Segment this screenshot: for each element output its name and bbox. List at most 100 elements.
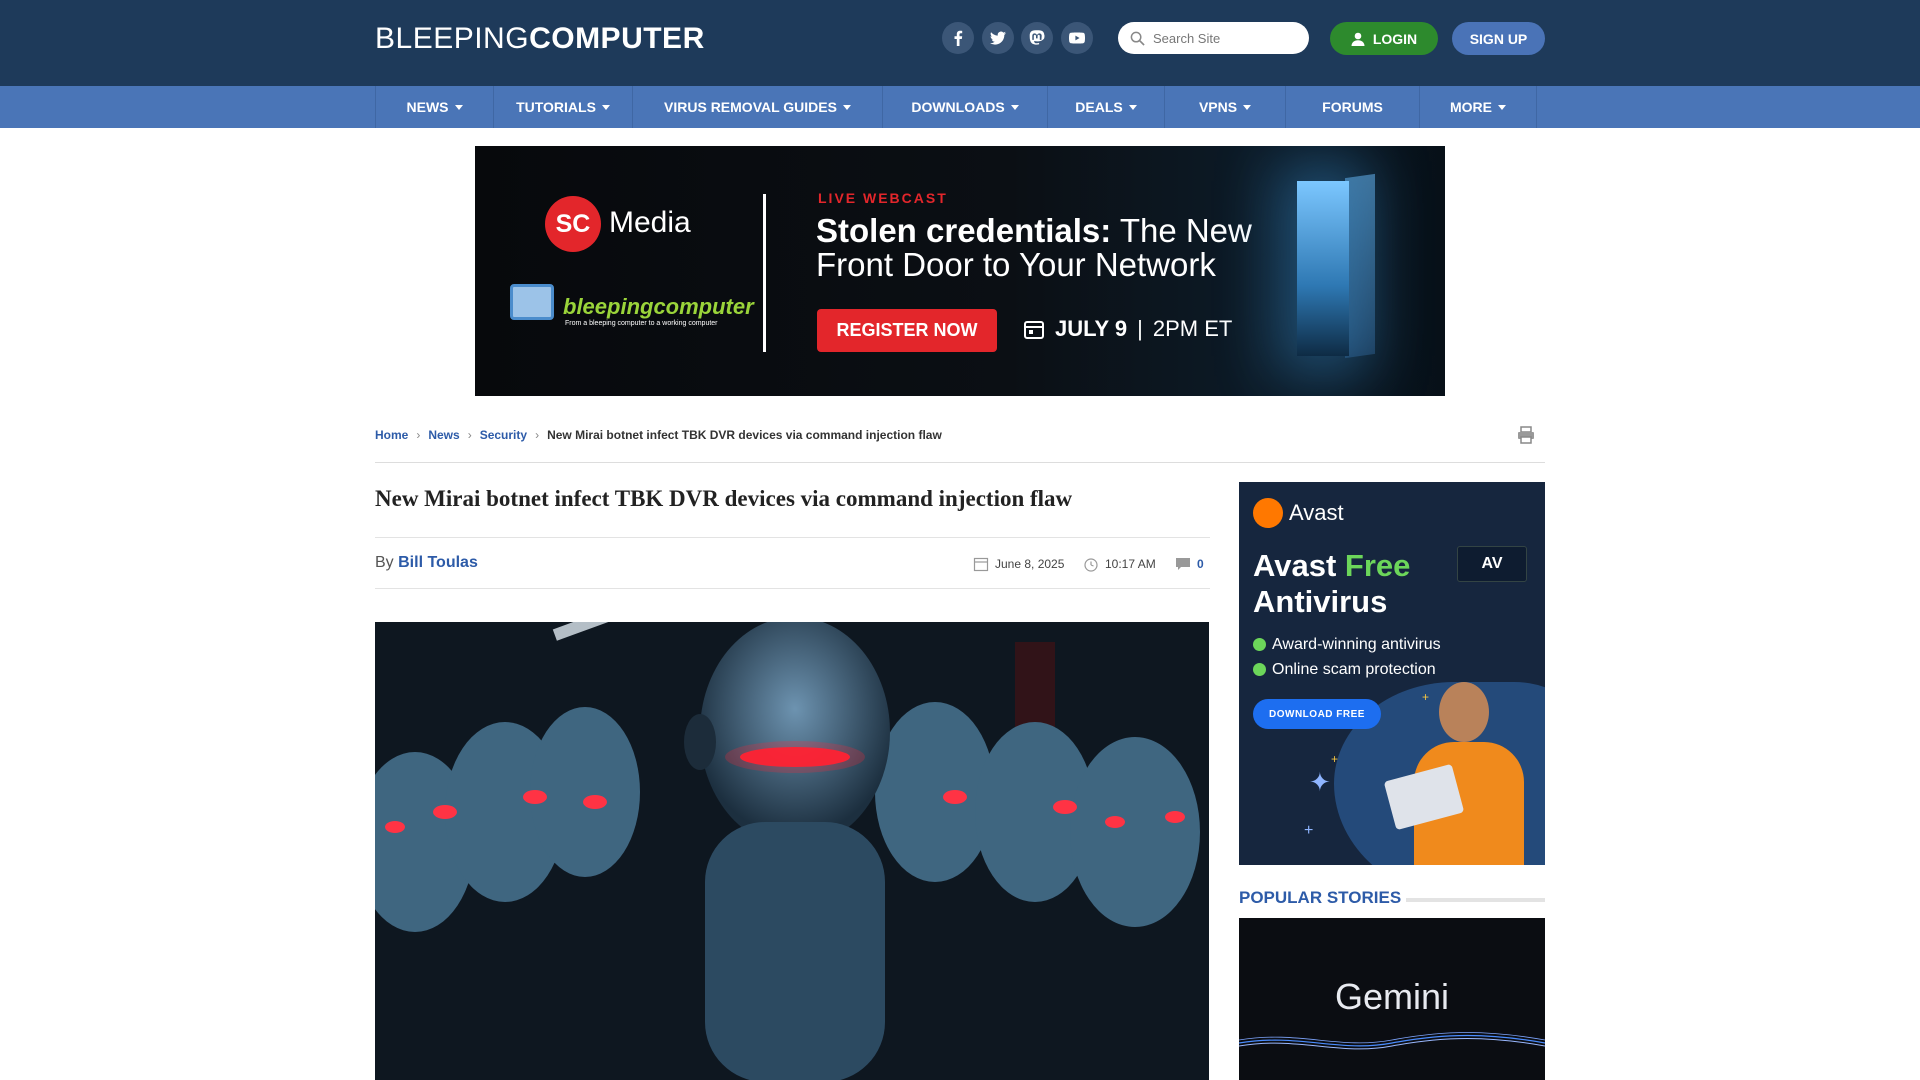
webcast-time-text: 2PM ET — [1152, 316, 1233, 341]
search-input[interactable] — [1153, 30, 1303, 46]
divider — [375, 588, 1210, 589]
bleepingcomputer-ad-logo: bleepingcomputer — [563, 294, 754, 319]
avast-logo: Avast — [1253, 498, 1344, 528]
mastodon-icon[interactable] — [1021, 22, 1053, 54]
calendar-icon — [973, 557, 989, 572]
popular-stories-rule — [1406, 898, 1545, 902]
breadcrumb-security[interactable]: Security — [480, 428, 527, 442]
nav-label: NEWS — [406, 99, 449, 115]
publish-date: June 8, 2025 — [973, 556, 1064, 572]
twitter-icon[interactable] — [982, 22, 1014, 54]
sidebar-ad[interactable]: Avast Avast Free Antivirus AV Award-winn… — [1239, 482, 1545, 865]
caret-down-icon — [1243, 104, 1252, 110]
breadcrumb: Home › News › Security › New Mirai botne… — [375, 428, 942, 442]
breadcrumb-news[interactable]: News — [428, 428, 459, 442]
bullet-text: Online scam protection — [1272, 661, 1436, 678]
search-icon[interactable] — [1130, 31, 1145, 46]
caret-down-icon — [1498, 104, 1506, 110]
comments-count: 0 — [1197, 557, 1204, 571]
ad-kicker: LIVE WEBCAST — [818, 190, 948, 206]
chevron-right-icon: › — [416, 428, 421, 442]
login-label: LOGIN — [1372, 30, 1418, 47]
sparkle-icon: + — [1304, 822, 1314, 839]
caret-down-icon — [1128, 104, 1137, 110]
publish-time: 10:17 AM — [1083, 556, 1156, 572]
signup-label: SIGN UP — [1469, 30, 1528, 47]
ad-headline: Stolen credentials: The New Front Door t… — [816, 214, 1252, 282]
sparkle-icon: ✦ — [1309, 767, 1331, 797]
avast-bullets: Award-winning antivirus Online scam prot… — [1253, 632, 1441, 682]
nav-item-tutorials[interactable]: TUTORIALS — [494, 86, 633, 128]
webcast-date: JULY 9 | 2PM ET — [1023, 316, 1232, 342]
nav-item-forums[interactable]: FORUMS — [1286, 86, 1420, 128]
popular-stories-title: POPULAR STORIES — [1239, 888, 1402, 907]
robot-army-image — [375, 622, 1209, 1080]
bullet-text: Award-winning antivirus — [1272, 636, 1441, 653]
divider — [375, 462, 1545, 463]
main-nav: NEWS TUTORIALS VIRUS REMOVAL GUIDES DOWN… — [0, 86, 1920, 128]
byline: By Bill Toulas — [375, 554, 478, 572]
author-link[interactable]: Bill Toulas — [398, 554, 478, 571]
article-title: New Mirai botnet infect TBK DVR devices … — [375, 486, 1073, 511]
nav-item-virus-removal-guides[interactable]: VIRUS REMOVAL GUIDES — [633, 86, 883, 128]
nav-item-more[interactable]: MORE — [1420, 86, 1537, 128]
sparkle-icon: + — [1422, 690, 1430, 704]
by-label: By — [375, 554, 394, 571]
clock-icon — [1084, 558, 1098, 572]
door-light-image — [1297, 181, 1349, 356]
comment-icon — [1176, 558, 1190, 570]
avast-logo-icon — [1253, 498, 1283, 528]
nav-item-downloads[interactable]: DOWNLOADS — [883, 86, 1048, 128]
site-header: BLEEPINGCOMPUTER LOGIN SIGN UP — [0, 0, 1920, 86]
print-icon[interactable] — [1516, 425, 1536, 445]
nav-label: FORUMS — [1322, 99, 1383, 115]
nav-item-news[interactable]: NEWS — [375, 86, 494, 128]
check-icon — [1253, 663, 1266, 676]
ad-headline-rest-1: The New — [1111, 212, 1252, 249]
site-logo[interactable]: BLEEPINGCOMPUTER — [375, 22, 705, 56]
register-now-button[interactable]: REGISTER NOW — [817, 309, 997, 352]
publish-date-text: June 8, 2025 — [995, 557, 1065, 571]
user-icon — [1351, 32, 1365, 46]
comments-link[interactable]: 0 — [1175, 556, 1204, 572]
ad-headline-rest-2: Front Door to Your Network — [816, 246, 1216, 283]
bullet-item: Online scam protection — [1253, 657, 1441, 682]
calendar-icon — [1024, 321, 1044, 339]
door-image — [1345, 173, 1375, 359]
sc-badge-text: SC — [555, 209, 591, 238]
webcast-date-text: JULY 9 — [1055, 316, 1128, 341]
avast-title-1: Avast — [1253, 548, 1345, 583]
download-free-button[interactable]: DOWNLOAD FREE — [1253, 699, 1381, 729]
nav-label: VPNS — [1198, 99, 1238, 115]
divider — [375, 537, 1210, 538]
check-icon — [1253, 638, 1266, 651]
chevron-right-icon: › — [467, 428, 472, 442]
nav-label: DOWNLOADS — [911, 99, 1005, 115]
chevron-right-icon: › — [535, 428, 540, 442]
signup-button[interactable]: SIGN UP — [1452, 22, 1545, 55]
caret-down-icon — [454, 104, 463, 110]
caret-down-icon — [1010, 104, 1019, 110]
bleepingcomputer-monitor-icon — [510, 284, 554, 320]
top-banner-ad[interactable]: SC Media bleepingcomputer From a bleepin… — [475, 146, 1445, 396]
register-label: REGISTER NOW — [836, 320, 978, 340]
breadcrumb-home[interactable]: Home — [375, 428, 408, 442]
nav-label: MORE — [1450, 99, 1492, 115]
logo-bold-text: COMPUTER — [529, 22, 705, 55]
ad-person-image — [1383, 682, 1529, 865]
login-button[interactable]: LOGIN — [1330, 22, 1438, 55]
nav-item-deals[interactable]: DEALS — [1048, 86, 1165, 128]
nav-label: VIRUS REMOVAL GUIDES — [664, 99, 837, 115]
popular-story-image[interactable]: Gemini — [1239, 918, 1545, 1080]
sparkle-icon: + — [1331, 752, 1339, 766]
av-award-badge: AV — [1457, 546, 1527, 582]
facebook-icon[interactable] — [942, 22, 974, 54]
avast-title-2: Antivirus — [1253, 584, 1388, 619]
wave-lines-image — [1239, 1032, 1545, 1050]
avast-title: Avast Free Antivirus — [1253, 548, 1410, 620]
nav-item-vpns[interactable]: VPNS — [1165, 86, 1286, 128]
nav-label: DEALS — [1075, 99, 1123, 115]
search-box[interactable] — [1118, 22, 1309, 54]
youtube-icon[interactable] — [1061, 22, 1093, 54]
breadcrumb-current: New Mirai botnet infect TBK DVR devices … — [547, 428, 942, 442]
